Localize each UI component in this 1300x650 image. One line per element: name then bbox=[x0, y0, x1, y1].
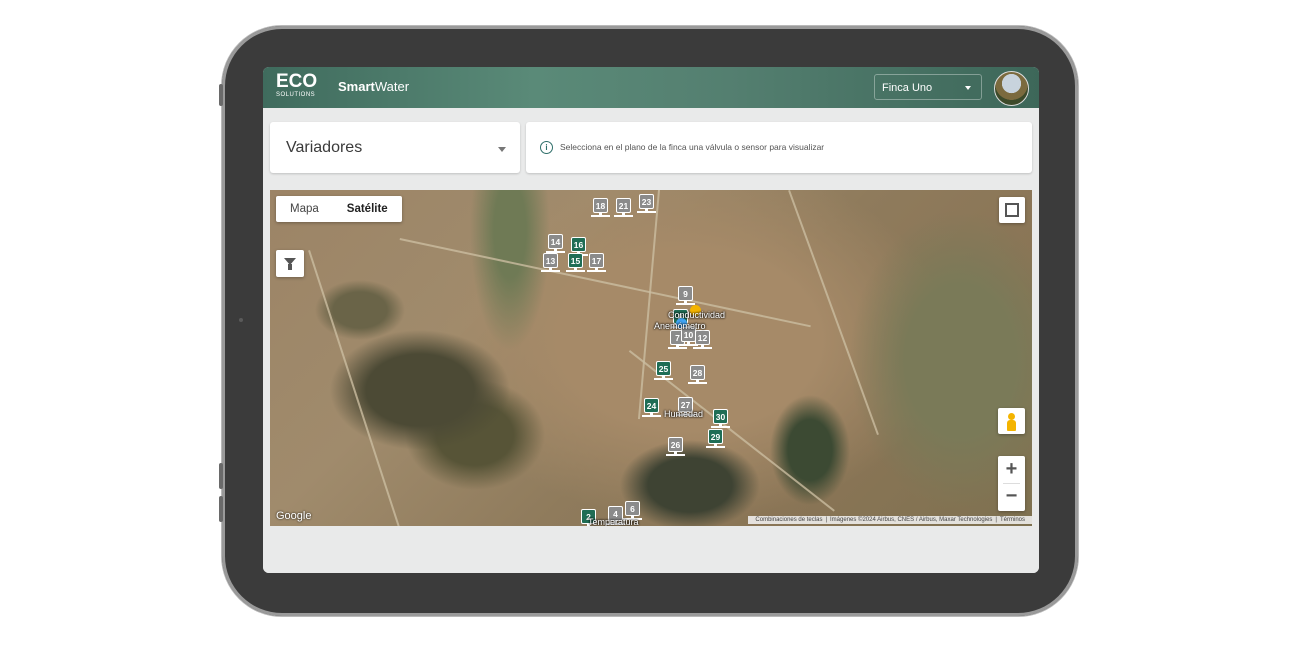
marker[interactable]: 13 bbox=[541, 253, 560, 272]
camera-dot bbox=[239, 318, 243, 322]
filter-icon bbox=[288, 264, 292, 270]
marker[interactable]: 25 bbox=[654, 361, 673, 380]
google-logo: Google bbox=[276, 510, 312, 522]
app-name-regular: Water bbox=[374, 79, 410, 94]
satellite-map[interactable]: Mapa Satélite 18 21 23 14 16 13 15 17 9 … bbox=[270, 190, 1032, 526]
logo-subtext: SOLUTIONS bbox=[276, 92, 316, 98]
side-button bbox=[219, 463, 223, 489]
map-type-satellite[interactable]: Satélite bbox=[333, 196, 402, 222]
fullscreen-button[interactable] bbox=[999, 197, 1025, 223]
map-road bbox=[308, 250, 403, 526]
eco-solutions-logo[interactable]: ECO SOLUTIONS bbox=[276, 71, 318, 99]
sensor-label: Humedad bbox=[664, 409, 704, 419]
sensor-label: Anemómetro bbox=[654, 321, 706, 331]
keyboard-shortcuts-link[interactable]: Combinaciones de teclas bbox=[755, 517, 822, 523]
chevron-down-icon bbox=[965, 86, 971, 90]
avatar[interactable] bbox=[994, 71, 1029, 106]
marker[interactable]: 9 bbox=[676, 286, 695, 305]
zoom-divider bbox=[1003, 483, 1020, 484]
marker[interactable]: 24 bbox=[642, 398, 661, 417]
terms-link[interactable]: Términos bbox=[1000, 517, 1025, 523]
street-view-pegman[interactable] bbox=[998, 408, 1025, 434]
zoom-in-button[interactable]: + bbox=[998, 456, 1025, 483]
marker[interactable]: 18 bbox=[591, 198, 610, 217]
app-screen: ECO SOLUTIONS SmartWater Finca Uno Varia… bbox=[263, 67, 1039, 573]
marker[interactable]: 15 bbox=[566, 253, 585, 272]
app-name-bold: Smart bbox=[338, 79, 375, 94]
side-button bbox=[219, 496, 223, 522]
marker[interactable]: 26 bbox=[666, 437, 685, 456]
info-icon: i bbox=[540, 141, 553, 154]
map-attribution: Combinaciones de teclas | Imágenes ©2024 A… bbox=[748, 516, 1032, 524]
pegman-icon bbox=[1007, 420, 1016, 431]
map-road bbox=[788, 190, 879, 436]
bottom-area bbox=[263, 533, 1039, 573]
variator-select[interactable]: Variadores bbox=[270, 122, 520, 173]
sensor-label: Temperatura bbox=[588, 517, 639, 526]
marker[interactable]: 14 bbox=[546, 234, 565, 253]
zoom-control: + − bbox=[998, 456, 1025, 511]
marker[interactable]: 6 bbox=[623, 501, 642, 520]
map-road bbox=[399, 238, 811, 328]
marker[interactable]: 29 bbox=[706, 429, 725, 448]
imagery-credit: Imágenes ©2024 Airbus, CNES / Airbus, Ma… bbox=[830, 517, 993, 523]
pegman-icon bbox=[1008, 413, 1015, 420]
zoom-out-button[interactable]: − bbox=[998, 483, 1025, 510]
marker[interactable]: 28 bbox=[688, 365, 707, 384]
marker[interactable]: 23 bbox=[637, 194, 656, 213]
marker[interactable]: 16 bbox=[569, 237, 588, 256]
app-name: SmartWater bbox=[338, 79, 409, 94]
marker[interactable]: 17 bbox=[587, 253, 606, 272]
logo-text: ECO bbox=[276, 71, 318, 92]
map-type-toggle: Mapa Satélite bbox=[276, 196, 402, 222]
filter-button[interactable] bbox=[276, 250, 304, 277]
top-bar: ECO SOLUTIONS SmartWater Finca Uno bbox=[263, 67, 1039, 108]
fullscreen-icon bbox=[1011, 209, 1019, 217]
side-button bbox=[219, 84, 223, 106]
marker[interactable]: 12 bbox=[693, 330, 712, 349]
farm-select-value: Finca Uno bbox=[882, 82, 933, 94]
marker[interactable]: 21 bbox=[614, 198, 633, 217]
info-message: Selecciona en el plano de la finca una v… bbox=[560, 142, 825, 152]
marker[interactable]: 30 bbox=[711, 409, 730, 428]
sensor-label: Conductividad bbox=[668, 310, 726, 320]
dropdown-arrow-icon bbox=[498, 147, 506, 152]
farm-select[interactable]: Finca Uno bbox=[874, 74, 982, 100]
map-road bbox=[637, 190, 660, 420]
info-panel: i Selecciona en el plano de la finca una… bbox=[526, 122, 1032, 173]
variator-select-label: Variadores bbox=[286, 139, 363, 156]
map-type-map[interactable]: Mapa bbox=[276, 196, 333, 222]
